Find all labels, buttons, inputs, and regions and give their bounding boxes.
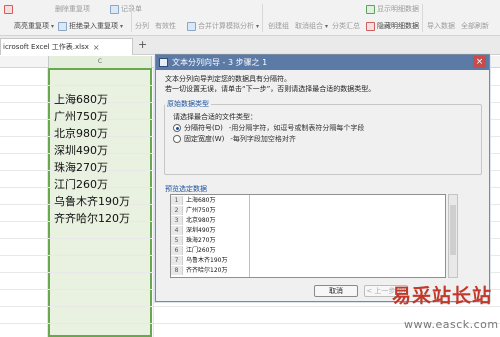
- hide-detail-button[interactable]: 隐藏明细数据: [366, 21, 419, 31]
- data-type-group-label: 原始数据类型: [165, 99, 211, 109]
- highlight-dup-button[interactable]: 高亮重复项 ▾: [14, 21, 54, 31]
- preview-label: 预览选定数据: [165, 185, 207, 193]
- radio-unselected[interactable]: [173, 135, 181, 143]
- choose-type-label: 请选择最合适的文件类型：: [173, 113, 257, 121]
- radio-selected[interactable]: [173, 124, 181, 132]
- split-button[interactable]: 分列: [135, 21, 149, 31]
- watermark-logo: 易采站长站: [392, 285, 493, 307]
- document-tab-bar: icrosoft Excel 工作表.xlsx × +: [0, 36, 500, 55]
- new-tab-button[interactable]: +: [138, 38, 147, 51]
- preview-scrollbar[interactable]: [448, 194, 458, 278]
- intro-text-2: 若一切设置无误，请单击“下一步”，否则请选择最合适的数据类型。: [165, 85, 376, 93]
- record-button[interactable]: 记录单: [110, 4, 142, 14]
- cell-c2[interactable]: 广州750万: [54, 108, 108, 125]
- scrollbar-thumb[interactable]: [450, 205, 456, 255]
- plus-icon: [366, 4, 375, 14]
- cell-c1[interactable]: 上海680万: [54, 91, 108, 108]
- merge-calc-button[interactable]: 合并计算: [187, 21, 226, 31]
- delete-dup-icon: [4, 4, 13, 14]
- text-to-columns-dialog: 文本分列向导 - 3 步骤之 1 × 文本分列向导判定您的数据具有分隔符。 若一…: [155, 54, 490, 302]
- reject-dup-button[interactable]: 拒绝录入重复项 ▾: [58, 21, 123, 31]
- preview-row: 3 北京980万: [171, 216, 445, 225]
- divider: [131, 4, 132, 32]
- reject-dup-icon: [58, 21, 67, 31]
- chevron-down-icon: ▾: [120, 22, 124, 30]
- preview-row: 7 乌鲁木齐190万: [171, 256, 445, 265]
- file-tab[interactable]: icrosoft Excel 工作表.xlsx ×: [0, 38, 133, 55]
- ungroup-button[interactable]: 取消组合 ▾: [295, 21, 328, 31]
- dialog-title-bar[interactable]: 文本分列向导 - 3 步骤之 1 ×: [156, 55, 489, 70]
- column-header-c[interactable]: C: [48, 56, 152, 68]
- chevron-down-icon: ▾: [256, 22, 260, 30]
- chevron-down-icon: ▾: [51, 22, 55, 30]
- divider: [262, 4, 263, 32]
- fixed-width-radio[interactable]: 固定宽度(W) -每列字段加空格对齐: [173, 134, 296, 144]
- show-detail-button[interactable]: 显示明细数据: [366, 4, 419, 14]
- watermark-url: www.easck.com: [404, 318, 499, 331]
- cell-c3[interactable]: 北京980万: [54, 125, 108, 142]
- refresh-button[interactable]: 全部刷新: [461, 21, 489, 31]
- cell-c8[interactable]: 齐齐哈尔120万: [54, 210, 130, 227]
- dialog-title: 文本分列向导 - 3 步骤之 1: [172, 58, 268, 67]
- delimited-radio[interactable]: 分隔符号(D) -用分隔字符，如逗号或制表符分隔每个字段: [173, 123, 364, 133]
- cell-c4[interactable]: 深圳490万: [54, 142, 108, 159]
- intro-text-1: 文本分列向导判定您的数据具有分隔符。: [165, 75, 291, 83]
- create-group-button[interactable]: 创建组: [268, 21, 289, 31]
- preview-row: 8 齐齐哈尔120万: [171, 266, 445, 275]
- preview-row: 5 珠海270万: [171, 236, 445, 245]
- minus-icon: [366, 21, 375, 31]
- merge-calc-icon: [187, 21, 196, 31]
- cell-c7[interactable]: 乌鲁木齐190万: [54, 193, 130, 210]
- subtotal-button[interactable]: 分类汇总: [332, 21, 360, 31]
- simulate-button[interactable]: 模拟分析 ▾: [226, 21, 259, 31]
- preview-row: 2 广州750万: [171, 206, 445, 215]
- validity-button[interactable]: 有效性: [155, 21, 176, 31]
- cancel-button[interactable]: 取消: [314, 285, 358, 297]
- wizard-icon: [159, 58, 168, 67]
- preview-row: 6 江门260万: [171, 246, 445, 255]
- cell-c6[interactable]: 江门260万: [54, 176, 108, 193]
- chevron-down-icon: ▾: [325, 22, 329, 30]
- import-button[interactable]: 导入数据: [427, 21, 455, 31]
- preview-row: 4 深圳490万: [171, 226, 445, 235]
- delete-dup-button[interactable]: 删除重复项: [4, 4, 90, 14]
- close-icon[interactable]: ×: [473, 56, 486, 68]
- ribbon-toolbar: 删除重复项 高亮重复项 ▾ 拒绝录入重复项 ▾ 记录单 分列 有效性 合并计算 …: [0, 0, 500, 36]
- record-icon: [110, 4, 119, 14]
- divider: [422, 4, 423, 32]
- cell-c5[interactable]: 珠海270万: [54, 159, 108, 176]
- data-preview[interactable]: 1 上海680万 2 广州750万 3 北京980万 4 深圳490万 5 珠海270万 …: [170, 194, 446, 278]
- preview-row: 1 上海680万: [171, 196, 445, 205]
- close-tab-icon[interactable]: ×: [93, 43, 100, 52]
